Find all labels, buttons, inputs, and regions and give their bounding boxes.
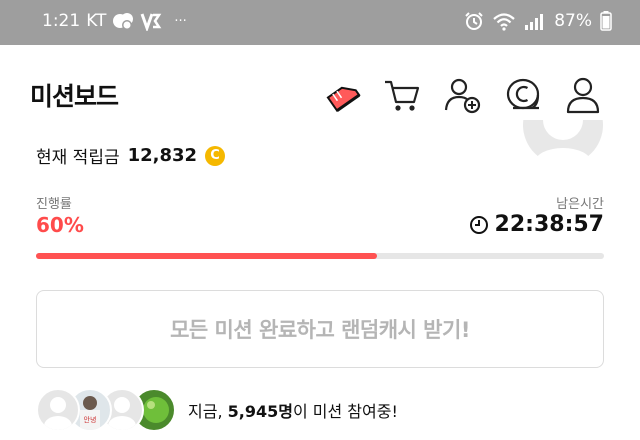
participant-avatar — [36, 388, 80, 432]
coin-icon[interactable] — [504, 75, 544, 115]
profile-avatar[interactable] — [522, 120, 604, 170]
coin-badge-icon: C — [205, 145, 226, 166]
complete-all-missions-button[interactable]: 모든 미션 완료하고 랜덤캐시 받기! — [36, 290, 604, 368]
progress-value: 60% — [36, 213, 84, 237]
participants-suffix: 이 미션 참여중! — [292, 402, 398, 421]
balance-amount: 12,832 — [127, 145, 198, 166]
page-title: 미션보드 — [30, 82, 119, 111]
progress-bar-fill — [36, 253, 377, 259]
alarm-icon — [465, 12, 483, 30]
profile-icon[interactable] — [563, 75, 603, 115]
status-bar: 1:21 KT ··· 87% — [0, 0, 640, 45]
progress-label: 진행률 — [36, 197, 72, 212]
participants-text: 지금, 5,945명이 미션 참여중! — [188, 398, 398, 422]
battery-percent: 87% — [554, 11, 592, 31]
balance-row: 현재 적립금 12,832 C — [36, 143, 226, 168]
battery-icon — [600, 11, 612, 31]
clock-time: 1:21 — [42, 11, 81, 31]
carrier-label: KT — [86, 11, 107, 31]
participants-prefix: 지금, — [188, 402, 228, 421]
wifi-icon — [493, 13, 515, 31]
participants-row: 안녕 지금, 5,945명이 미션 참여중! — [36, 388, 398, 432]
remaining-time-row: 22:38:57 — [469, 212, 604, 237]
participants-count: 5,945명 — [227, 402, 293, 421]
add-user-icon[interactable] — [442, 75, 482, 115]
v3-icon — [140, 13, 162, 31]
cart-icon[interactable] — [382, 75, 422, 115]
notification-icon — [113, 13, 134, 30]
clock-icon — [469, 215, 488, 234]
signal-icon — [525, 14, 544, 30]
progress-bar — [36, 253, 604, 259]
remaining-time: 22:38:57 — [494, 212, 604, 237]
balance-label: 현재 적립금 — [36, 148, 120, 168]
participant-avatar-text: 안녕 — [84, 415, 97, 424]
shoe-icon[interactable] — [322, 75, 362, 115]
more-indicator: ··· — [174, 13, 187, 29]
remaining-label: 남은시간 — [556, 197, 604, 212]
